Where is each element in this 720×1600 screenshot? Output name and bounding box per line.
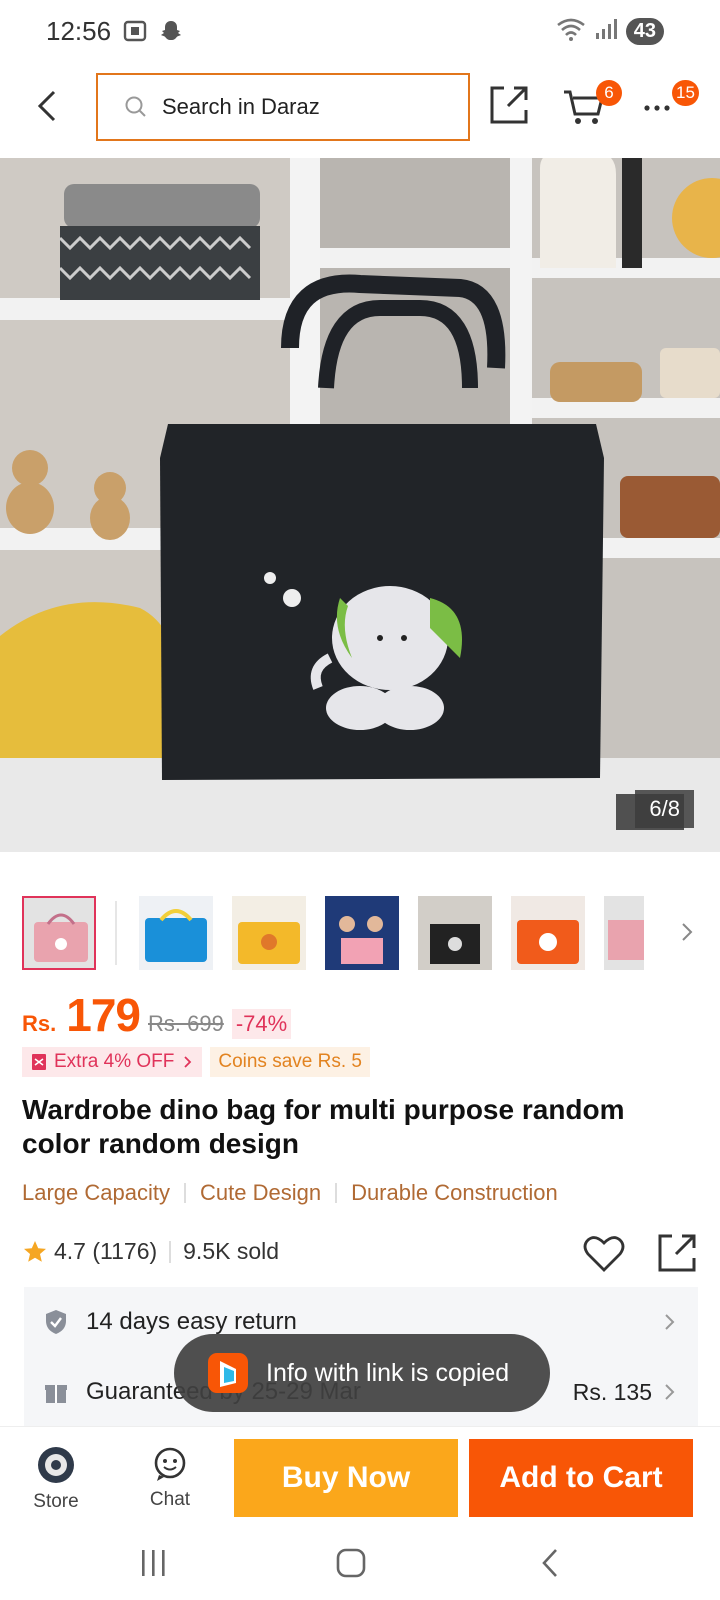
share-icon (490, 86, 528, 124)
feature-tag: Durable Construction (351, 1180, 558, 1205)
voucher-icon (32, 1054, 46, 1070)
discount-badge: -74% (231, 1009, 292, 1039)
share-icon (658, 1234, 696, 1272)
promo-row: Extra 4% OFF Coins save Rs. 5 (22, 1047, 370, 1077)
return-policy-chevron (662, 1312, 676, 1332)
product-image-gallery[interactable]: 6/8 (0, 158, 720, 852)
thumbnail[interactable] (22, 896, 96, 970)
thumbnail-next-button[interactable] (672, 917, 702, 947)
store-button[interactable]: Store (16, 1445, 96, 1513)
delivery-fee-value: Rs. 135 (572, 1378, 652, 1405)
thumbnail-divider (115, 901, 117, 965)
chat-button[interactable]: Chat (130, 1445, 210, 1511)
shield-icon (46, 1310, 66, 1334)
battery-indicator: 43 (625, 18, 664, 45)
feature-tags: Large Capacity Cute Design Durable Const… (22, 1180, 558, 1206)
tag-divider (183, 1183, 186, 1203)
thumbnail[interactable] (139, 896, 213, 970)
chevron-right-icon (665, 1314, 675, 1330)
buy-now-button[interactable]: Buy Now (234, 1439, 458, 1517)
bottom-action-bar: Store Chat Buy Now Add to Cart (0, 1426, 720, 1530)
extra-off-label: Extra 4% OFF (54, 1051, 175, 1072)
store-label: Store (33, 1491, 79, 1512)
snapchat-icon (158, 18, 184, 49)
price-current: 179 (66, 989, 141, 1041)
coins-label: Coins save Rs. 5 (218, 1051, 362, 1072)
wishlist-button[interactable] (582, 1232, 626, 1276)
rating-row: 4.7 (1176) 9.5K sold (22, 1234, 698, 1272)
star-icon (24, 1240, 46, 1262)
return-policy-text: 14 days easy return (86, 1308, 297, 1335)
share-product-button[interactable] (656, 1232, 698, 1274)
chevron-right-icon (665, 1384, 675, 1400)
back-arrow-icon (37, 90, 56, 122)
recent-apps-icon (142, 1550, 165, 1576)
thumbnail[interactable] (232, 896, 306, 970)
search-box[interactable] (96, 73, 470, 141)
extra-off-promo[interactable]: Extra 4% OFF (22, 1047, 203, 1077)
price-row: Rs. 179 Rs. 699 -74% (22, 988, 292, 1042)
thumbnail[interactable] (418, 896, 492, 970)
thumbnail[interactable] (604, 896, 644, 970)
heart-icon (583, 1236, 625, 1272)
home-button[interactable] (330, 1544, 374, 1584)
toast-notification: Info with link is copied (174, 1334, 550, 1412)
gift-box-icon (45, 1385, 67, 1403)
signal-icon (594, 17, 618, 46)
rating-divider (169, 1240, 172, 1263)
screenshot-icon (122, 18, 148, 49)
image-counter: 6/8 (635, 790, 694, 828)
chat-label: Chat (149, 1489, 191, 1510)
daraz-logo-icon (208, 1353, 248, 1393)
product-image (0, 158, 720, 852)
chevron-right-icon (184, 1056, 192, 1068)
system-back-button[interactable] (528, 1544, 572, 1584)
toast-message: Info with link is copied (266, 1358, 510, 1387)
share-button[interactable] (488, 84, 532, 128)
more-dots-icon (644, 105, 670, 111)
price-original: Rs. 699 (148, 1011, 224, 1036)
delivery-fee: Rs. 135 (573, 1379, 676, 1406)
back-button[interactable] (30, 88, 66, 124)
thumbnail[interactable] (325, 896, 399, 970)
wifi-icon (556, 16, 586, 47)
status-bar: 12:56 43 (0, 0, 720, 62)
thumbnail-strip (22, 895, 702, 971)
rating-value[interactable]: 4.7 (1176) (54, 1238, 157, 1265)
chat-icon (154, 1447, 186, 1481)
feature-tag: Large Capacity (22, 1180, 170, 1205)
more-button[interactable]: 15 (642, 80, 702, 128)
search-input[interactable] (162, 94, 442, 120)
cart-count-badge: 6 (596, 80, 622, 106)
store-logo-icon (38, 1447, 74, 1483)
sold-count: 9.5K sold (183, 1238, 280, 1264)
coins-promo[interactable]: Coins save Rs. 5 (210, 1047, 370, 1077)
status-time: 12:56 (46, 16, 112, 46)
more-count-badge: 15 (672, 80, 699, 106)
recent-apps-button[interactable] (132, 1544, 176, 1584)
home-icon (336, 1548, 366, 1578)
thumbnail[interactable] (511, 896, 585, 970)
back-icon (542, 1549, 557, 1577)
cart-button[interactable]: 6 (562, 80, 622, 128)
search-icon (125, 96, 146, 117)
tag-divider (335, 1183, 338, 1203)
add-to-cart-button[interactable]: Add to Cart (469, 1439, 693, 1517)
feature-tag: Cute Design (199, 1180, 322, 1205)
top-bar: 6 15 (0, 62, 720, 156)
product-title: Wardrobe dino bag for multi purpose rand… (22, 1094, 625, 1159)
system-navigation-bar (0, 1530, 720, 1600)
price-currency: Rs. (22, 1011, 57, 1036)
chevron-right-icon (682, 923, 693, 941)
